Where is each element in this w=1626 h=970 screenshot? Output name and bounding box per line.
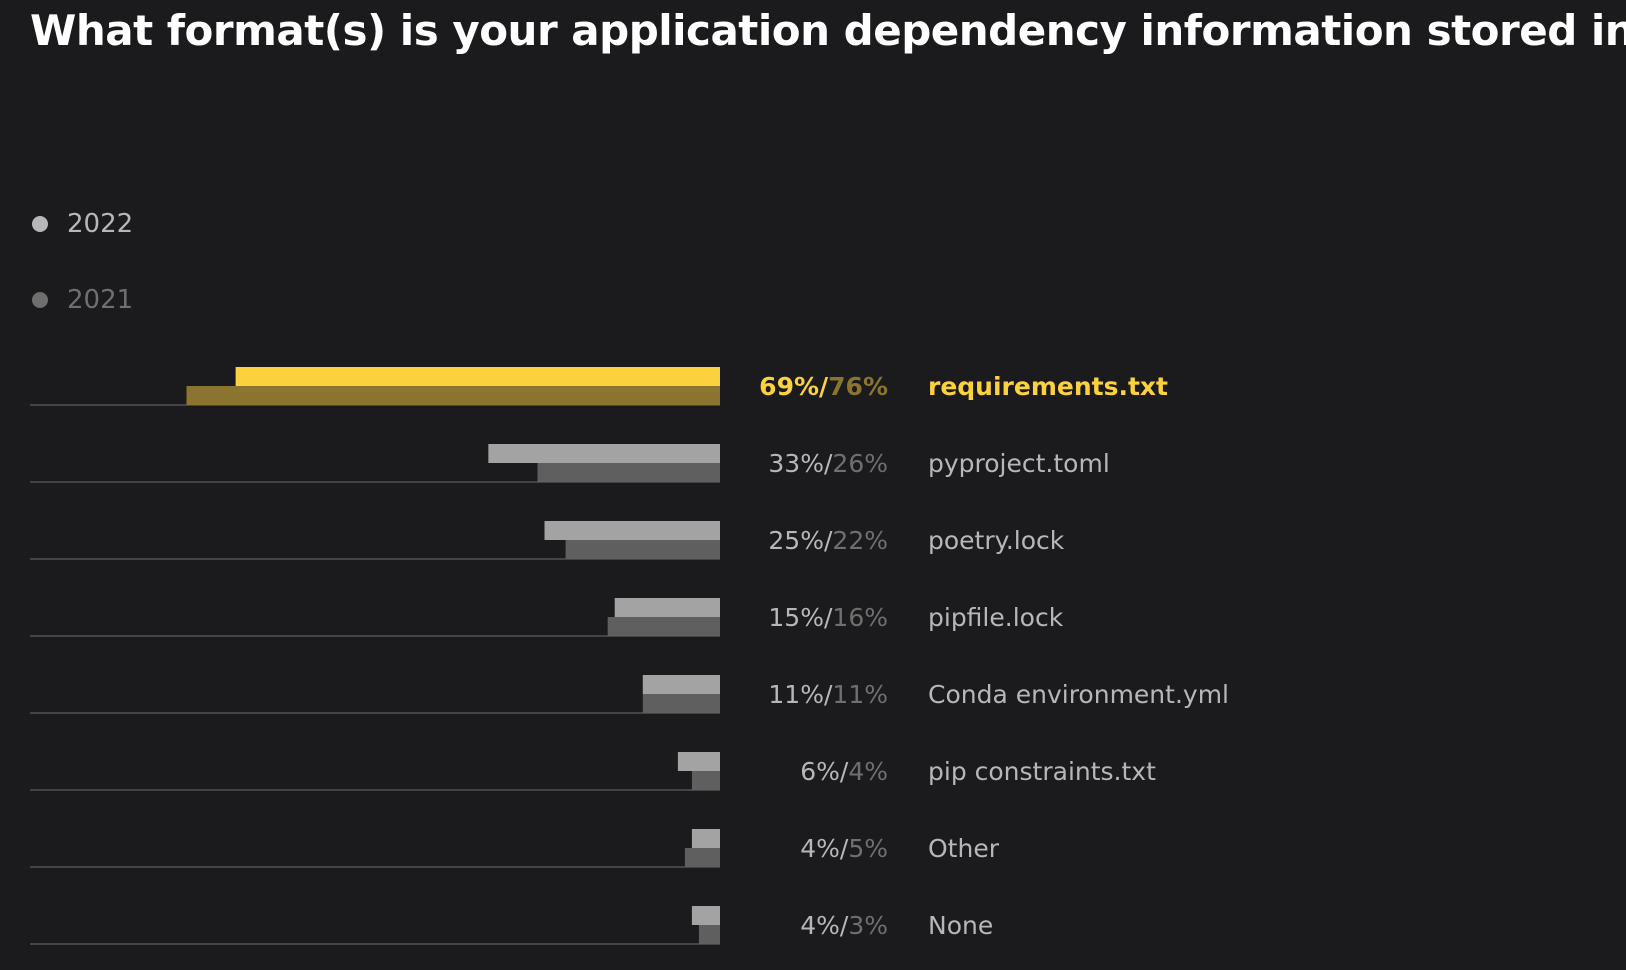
- chart-page: What format(s) is your application depen…: [0, 0, 1626, 970]
- value-label-2022-poetry-lock: 25%: [768, 526, 824, 555]
- value-label-2021-other: 5%: [848, 834, 888, 863]
- category-label-none: None: [928, 911, 993, 940]
- value-label-2022-pipfile-lock: 15%: [768, 603, 824, 632]
- bar-2022-pipfile-lock: [614, 598, 720, 617]
- bar-2022-other: [691, 829, 720, 848]
- value-label-2022-other: 4%: [800, 834, 840, 863]
- value-label-2021-pipfile-lock: 16%: [832, 603, 888, 632]
- value-label-pip-constraints-txt: 6%/4%: [800, 757, 888, 786]
- value-label-2021-poetry-lock: 22%: [832, 526, 888, 555]
- bar-2022-conda-environment-yml: [642, 675, 720, 694]
- category-label-pyproject-toml: pyproject.toml: [928, 449, 1110, 478]
- bar-2022-requirements-txt: [235, 367, 720, 386]
- bar-2021-requirements-txt: [186, 386, 721, 405]
- value-label-none: 4%/3%: [800, 911, 888, 940]
- bar-2021-none: [698, 925, 720, 944]
- value-label-2022-requirements-txt: 69%: [759, 372, 819, 401]
- value-label-2022-conda-environment-yml: 11%: [768, 680, 824, 709]
- bar-2021-pip-constraints-txt: [691, 771, 720, 790]
- bar-2022-pyproject-toml: [488, 444, 720, 463]
- category-label-pipfile-lock: pipfile.lock: [928, 603, 1064, 632]
- bar-2021-pipfile-lock: [607, 617, 720, 636]
- value-label-2021-pip-constraints-txt: 4%: [848, 757, 888, 786]
- value-label-2021-conda-environment-yml: 11%: [832, 680, 888, 709]
- value-label-2021-pyproject-toml: 26%: [832, 449, 888, 478]
- category-label-conda-environment-yml: Conda environment.yml: [928, 680, 1229, 709]
- bar-2022-poetry-lock: [544, 521, 720, 540]
- category-label-poetry-lock: poetry.lock: [928, 526, 1065, 555]
- bar-2022-none: [691, 906, 720, 925]
- bar-2022-pip-constraints-txt: [677, 752, 720, 771]
- category-label-other: Other: [928, 834, 1000, 863]
- value-label-2021-requirements-txt: 76%: [828, 372, 888, 401]
- value-label-poetry-lock: 25%/22%: [768, 526, 888, 555]
- category-label-pip-constraints-txt: pip constraints.txt: [928, 757, 1156, 786]
- bar-chart: 69%/76% requirements.txt 33%/26% pyproject.…: [30, 367, 1229, 945]
- bar-2021-poetry-lock: [565, 540, 720, 559]
- bar-2021-pyproject-toml: [537, 463, 720, 482]
- value-label-2022-none: 4%: [800, 911, 840, 940]
- value-label-other: 4%/5%: [800, 834, 888, 863]
- bar-2021-other: [684, 848, 720, 867]
- value-label-pipfile-lock: 15%/16%: [768, 603, 888, 632]
- value-label-2022-pip-constraints-txt: 6%: [800, 757, 840, 786]
- value-label-pyproject-toml: 33%/26%: [768, 449, 888, 478]
- value-label-conda-environment-yml: 11%/11%: [768, 680, 888, 709]
- value-label-requirements-txt: 69%/76%: [759, 372, 888, 401]
- value-label-2021-none: 3%: [848, 911, 888, 940]
- category-label-requirements-txt: requirements.txt: [928, 372, 1168, 401]
- bar-2021-conda-environment-yml: [642, 694, 720, 713]
- value-label-2022-pyproject-toml: 33%: [768, 449, 824, 478]
